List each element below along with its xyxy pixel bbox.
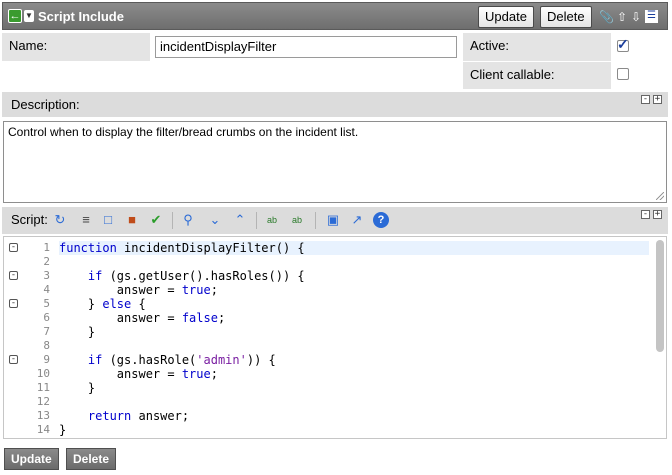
comment-icon[interactable]: □ [100,212,116,228]
code-line: 11 } [36,381,96,395]
code-line: 12 [36,395,50,408]
replace-all-icon[interactable]: ab [289,212,305,228]
name-field[interactable]: incidentDisplayFilter [155,36,457,58]
code-line: 10 answer = true; [36,367,218,381]
toolbar-separator [256,212,257,229]
code-line: 4 answer = true; [43,283,218,297]
code-line: - 3 if (gs.getUser().hasRoles()) { [9,269,305,283]
format-code-icon[interactable]: ≡ [78,212,94,228]
fold-icon[interactable]: - [9,271,18,280]
footer-update-button[interactable]: Update [4,448,59,470]
name-label: Name: [2,33,150,61]
toggle-syntax-icon[interactable]: ↻ [52,212,68,228]
expand-icon[interactable]: + [653,95,662,104]
active-checkbox[interactable]: ✓ [617,36,629,52]
back-icon[interactable]: ← [8,9,22,23]
script-label: Script: [11,212,48,227]
code-line: 8 [43,339,50,352]
fold-icon[interactable]: - [9,243,18,252]
resize-grip-icon[interactable] [656,192,664,200]
fold-icon[interactable]: - [9,355,18,364]
footer-delete-button[interactable]: Delete [66,448,117,470]
code-line: - 1 function incidentDisplayFilter() { [4,241,649,255]
client-callable-checkbox[interactable] [617,68,629,80]
list-icon[interactable]: ☰ [645,10,658,23]
search-icon[interactable]: ⚲ [180,212,196,228]
code-line: 6 answer = false; [43,311,226,325]
delete-button[interactable]: Delete [540,6,592,28]
script-expand-icon[interactable]: + [653,210,662,219]
client-callable-label: Client callable: [463,62,611,89]
find-previous-icon[interactable]: ⌃ [232,212,248,228]
description-textarea[interactable]: Control when to display the filter/bread… [3,121,667,203]
form-title: Script Include [38,9,124,24]
uncomment-icon[interactable]: ■ [124,212,140,228]
code-line: - 9 if (gs.hasRole('admin')) { [9,353,276,367]
active-label: Active: [463,33,611,61]
form-header: ← ▼ Script Include Update Delete 📎 ⇧ ⇩ ☰ [2,2,668,30]
script-collapse-icon[interactable]: - [641,210,650,219]
code-line: 2 [43,255,50,268]
down-arrow-icon[interactable]: ⇩ [630,10,642,24]
code-line: 7 } [43,325,96,339]
find-next-icon[interactable]: ⌄ [207,212,223,228]
code-line: 13 return answer; [36,409,190,423]
vertical-scrollbar[interactable] [656,240,664,352]
description-label: Description: [11,97,80,112]
check-mark-icon: ✓ [617,36,629,52]
save-icon[interactable]: ▣ [325,212,341,228]
collapse-icon[interactable]: - [641,95,650,104]
description-text: Control when to display the filter/bread… [8,125,359,139]
up-arrow-icon[interactable]: ⇧ [616,10,628,24]
code-line: - 5 } else { [9,297,146,311]
code-line: 14 } [36,423,67,437]
check-syntax-icon[interactable]: ✔ [148,212,164,228]
help-icon[interactable]: ? [373,212,389,228]
script-toolbar: Script: ↻ ≡ □ ■ ✔ ⚲ ⌄ ⌃ ab ab ▣ ↗ ? [2,207,668,234]
fullscreen-icon[interactable]: ↗ [349,212,365,228]
update-button[interactable]: Update [478,6,534,28]
toolbar-separator [172,212,173,229]
description-section-header: Description: [2,92,668,117]
attachment-icon[interactable]: 📎 [599,10,614,24]
fold-icon[interactable]: - [9,299,18,308]
menu-caret-icon[interactable]: ▼ [24,10,34,22]
script-editor[interactable]: - 1 function incidentDisplayFilter() { 2… [3,236,667,439]
replace-icon[interactable]: ab [264,212,280,228]
toolbar-separator [315,212,316,229]
